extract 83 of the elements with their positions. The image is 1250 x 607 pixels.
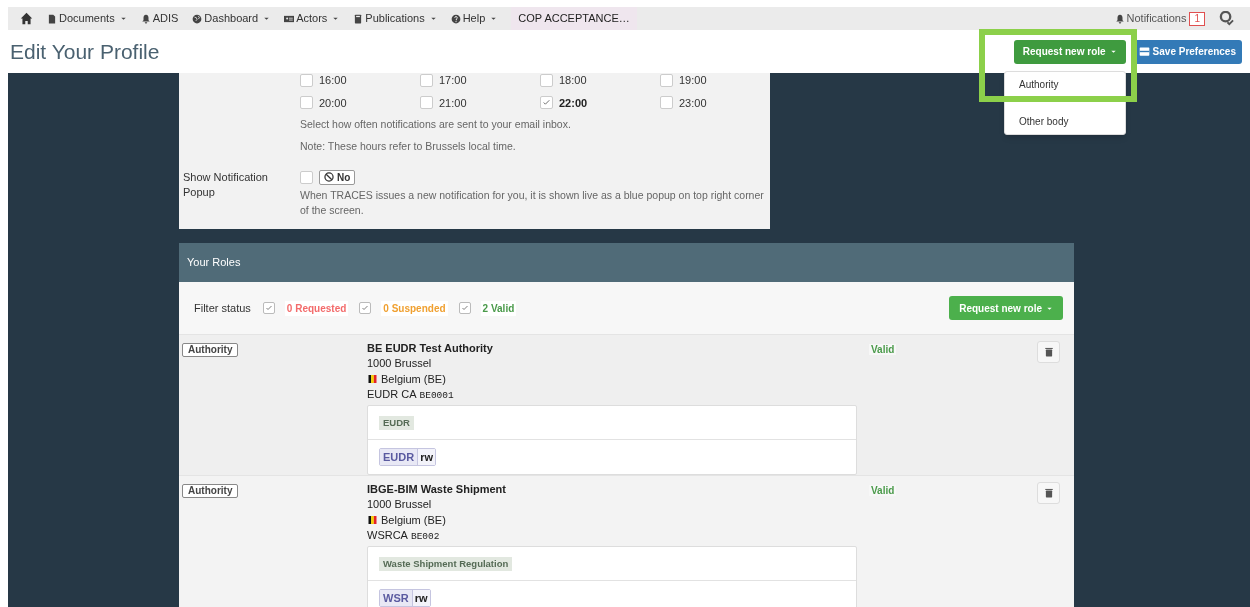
hour-label: 21:00 xyxy=(439,95,467,111)
nav-menu[interactable]: ADIS xyxy=(140,10,179,27)
panel-title: Your Roles xyxy=(187,255,241,271)
checkbox[interactable] xyxy=(262,302,275,314)
environment-label: COP ACCEPTANCE… xyxy=(511,7,637,30)
notifications-link[interactable]: Notifications xyxy=(1114,10,1187,27)
trash-icon xyxy=(1043,488,1054,498)
checkbox[interactable] xyxy=(300,170,313,184)
permission-tag: WSR xyxy=(380,590,413,606)
hour-label: 17:00 xyxy=(439,73,467,88)
help-text: When TRACES issues a new notification for you, it is shown live as a blue popup on top right corner of the screen. xyxy=(300,187,765,218)
organization-name: IBGE-BIM Waste Shipment xyxy=(367,482,507,497)
checkbox[interactable] xyxy=(359,302,372,314)
checkbox[interactable] xyxy=(300,73,313,87)
request-role-button[interactable]: Request new role xyxy=(1013,39,1126,64)
nav-menu[interactable]: Dashboard xyxy=(192,10,271,27)
menu-item[interactable]: Authority xyxy=(1005,75,1125,94)
nav-menu[interactable]: Documents xyxy=(47,10,127,27)
country-text: Belgium (BE) xyxy=(381,372,446,387)
nav-menu[interactable]: Help xyxy=(450,10,498,27)
notification-count: 1 xyxy=(1189,11,1205,26)
checkbox[interactable] xyxy=(458,302,471,314)
status-filter: 0 Suspended xyxy=(381,300,448,316)
domain-tag: EUDR xyxy=(379,415,414,430)
save-icon xyxy=(1138,46,1150,57)
check-icon xyxy=(361,304,370,312)
country-text: Belgium (BE) xyxy=(381,513,446,528)
bell-icon xyxy=(140,13,151,24)
hour-label: 22:00 xyxy=(559,95,588,111)
bell-icon xyxy=(1114,13,1125,24)
authority-code: BE002 xyxy=(410,530,440,544)
domain-tag: Waste Shipment Regulation xyxy=(379,556,513,571)
nav-menu[interactable]: Publications xyxy=(353,10,437,27)
hour-label: 19:00 xyxy=(679,73,707,88)
filter-label: Filter status xyxy=(194,300,251,316)
check-icon xyxy=(264,304,273,312)
address-text: 1000 Brussel xyxy=(367,356,433,371)
status-filter: 0 Requested xyxy=(284,300,349,316)
checkbox[interactable] xyxy=(660,73,673,87)
caret-icon xyxy=(1109,48,1117,55)
globe-icon xyxy=(192,13,203,24)
access-tag: rw xyxy=(418,449,435,465)
help-text: Note: These hours refer to Brussels local time. xyxy=(300,138,517,154)
authority-code-label: WSRCA xyxy=(367,528,408,543)
document-icon xyxy=(47,13,57,24)
hour-label: 23:00 xyxy=(679,95,707,111)
status-label: Valid xyxy=(869,344,897,355)
trash-icon xyxy=(1043,347,1054,357)
nav-menu[interactable]: Actors xyxy=(284,10,340,27)
menu-item[interactable]: Other body xyxy=(1005,112,1125,131)
help-text: Select how often notifications are sent to your email inbox. xyxy=(300,117,572,132)
checkbox[interactable] xyxy=(540,96,553,110)
permission-tag: EUDR xyxy=(380,449,419,465)
home-icon xyxy=(20,12,33,25)
status-label: Valid xyxy=(869,485,897,496)
role-type-label: Authority xyxy=(182,484,239,498)
hour-label: 18:00 xyxy=(559,73,587,88)
check-icon xyxy=(460,304,469,312)
delete-button[interactable] xyxy=(1037,482,1060,504)
help-icon xyxy=(450,13,461,24)
toggle-button[interactable]: No xyxy=(319,169,356,185)
id-card-icon xyxy=(284,13,295,24)
role-type-label: Authority xyxy=(182,343,239,357)
checkbox[interactable] xyxy=(420,73,433,87)
checkbox[interactable] xyxy=(660,96,673,110)
book-icon xyxy=(353,13,364,24)
checkbox[interactable] xyxy=(420,96,433,110)
organization-name: BE EUDR Test Authority xyxy=(367,341,494,356)
belgium-flag-icon xyxy=(367,375,378,383)
hour-label: 16:00 xyxy=(319,73,347,88)
address-text: 1000 Brussel xyxy=(367,497,433,512)
hour-label: 20:00 xyxy=(319,95,347,111)
checkbox[interactable] xyxy=(300,96,313,110)
ban-icon xyxy=(324,172,334,182)
authority-code-label: EUDR CA xyxy=(367,387,417,402)
setting-label: Show Notification Popup xyxy=(182,169,269,200)
belgium-flag-icon xyxy=(367,516,378,524)
authority-code: BE0001 xyxy=(419,389,454,403)
page-title: Edit Your Profile xyxy=(10,38,160,65)
checkbox[interactable] xyxy=(540,73,553,87)
delete-button[interactable] xyxy=(1037,341,1060,363)
status-filter: 2 Valid xyxy=(480,300,517,316)
check-icon xyxy=(542,98,551,108)
